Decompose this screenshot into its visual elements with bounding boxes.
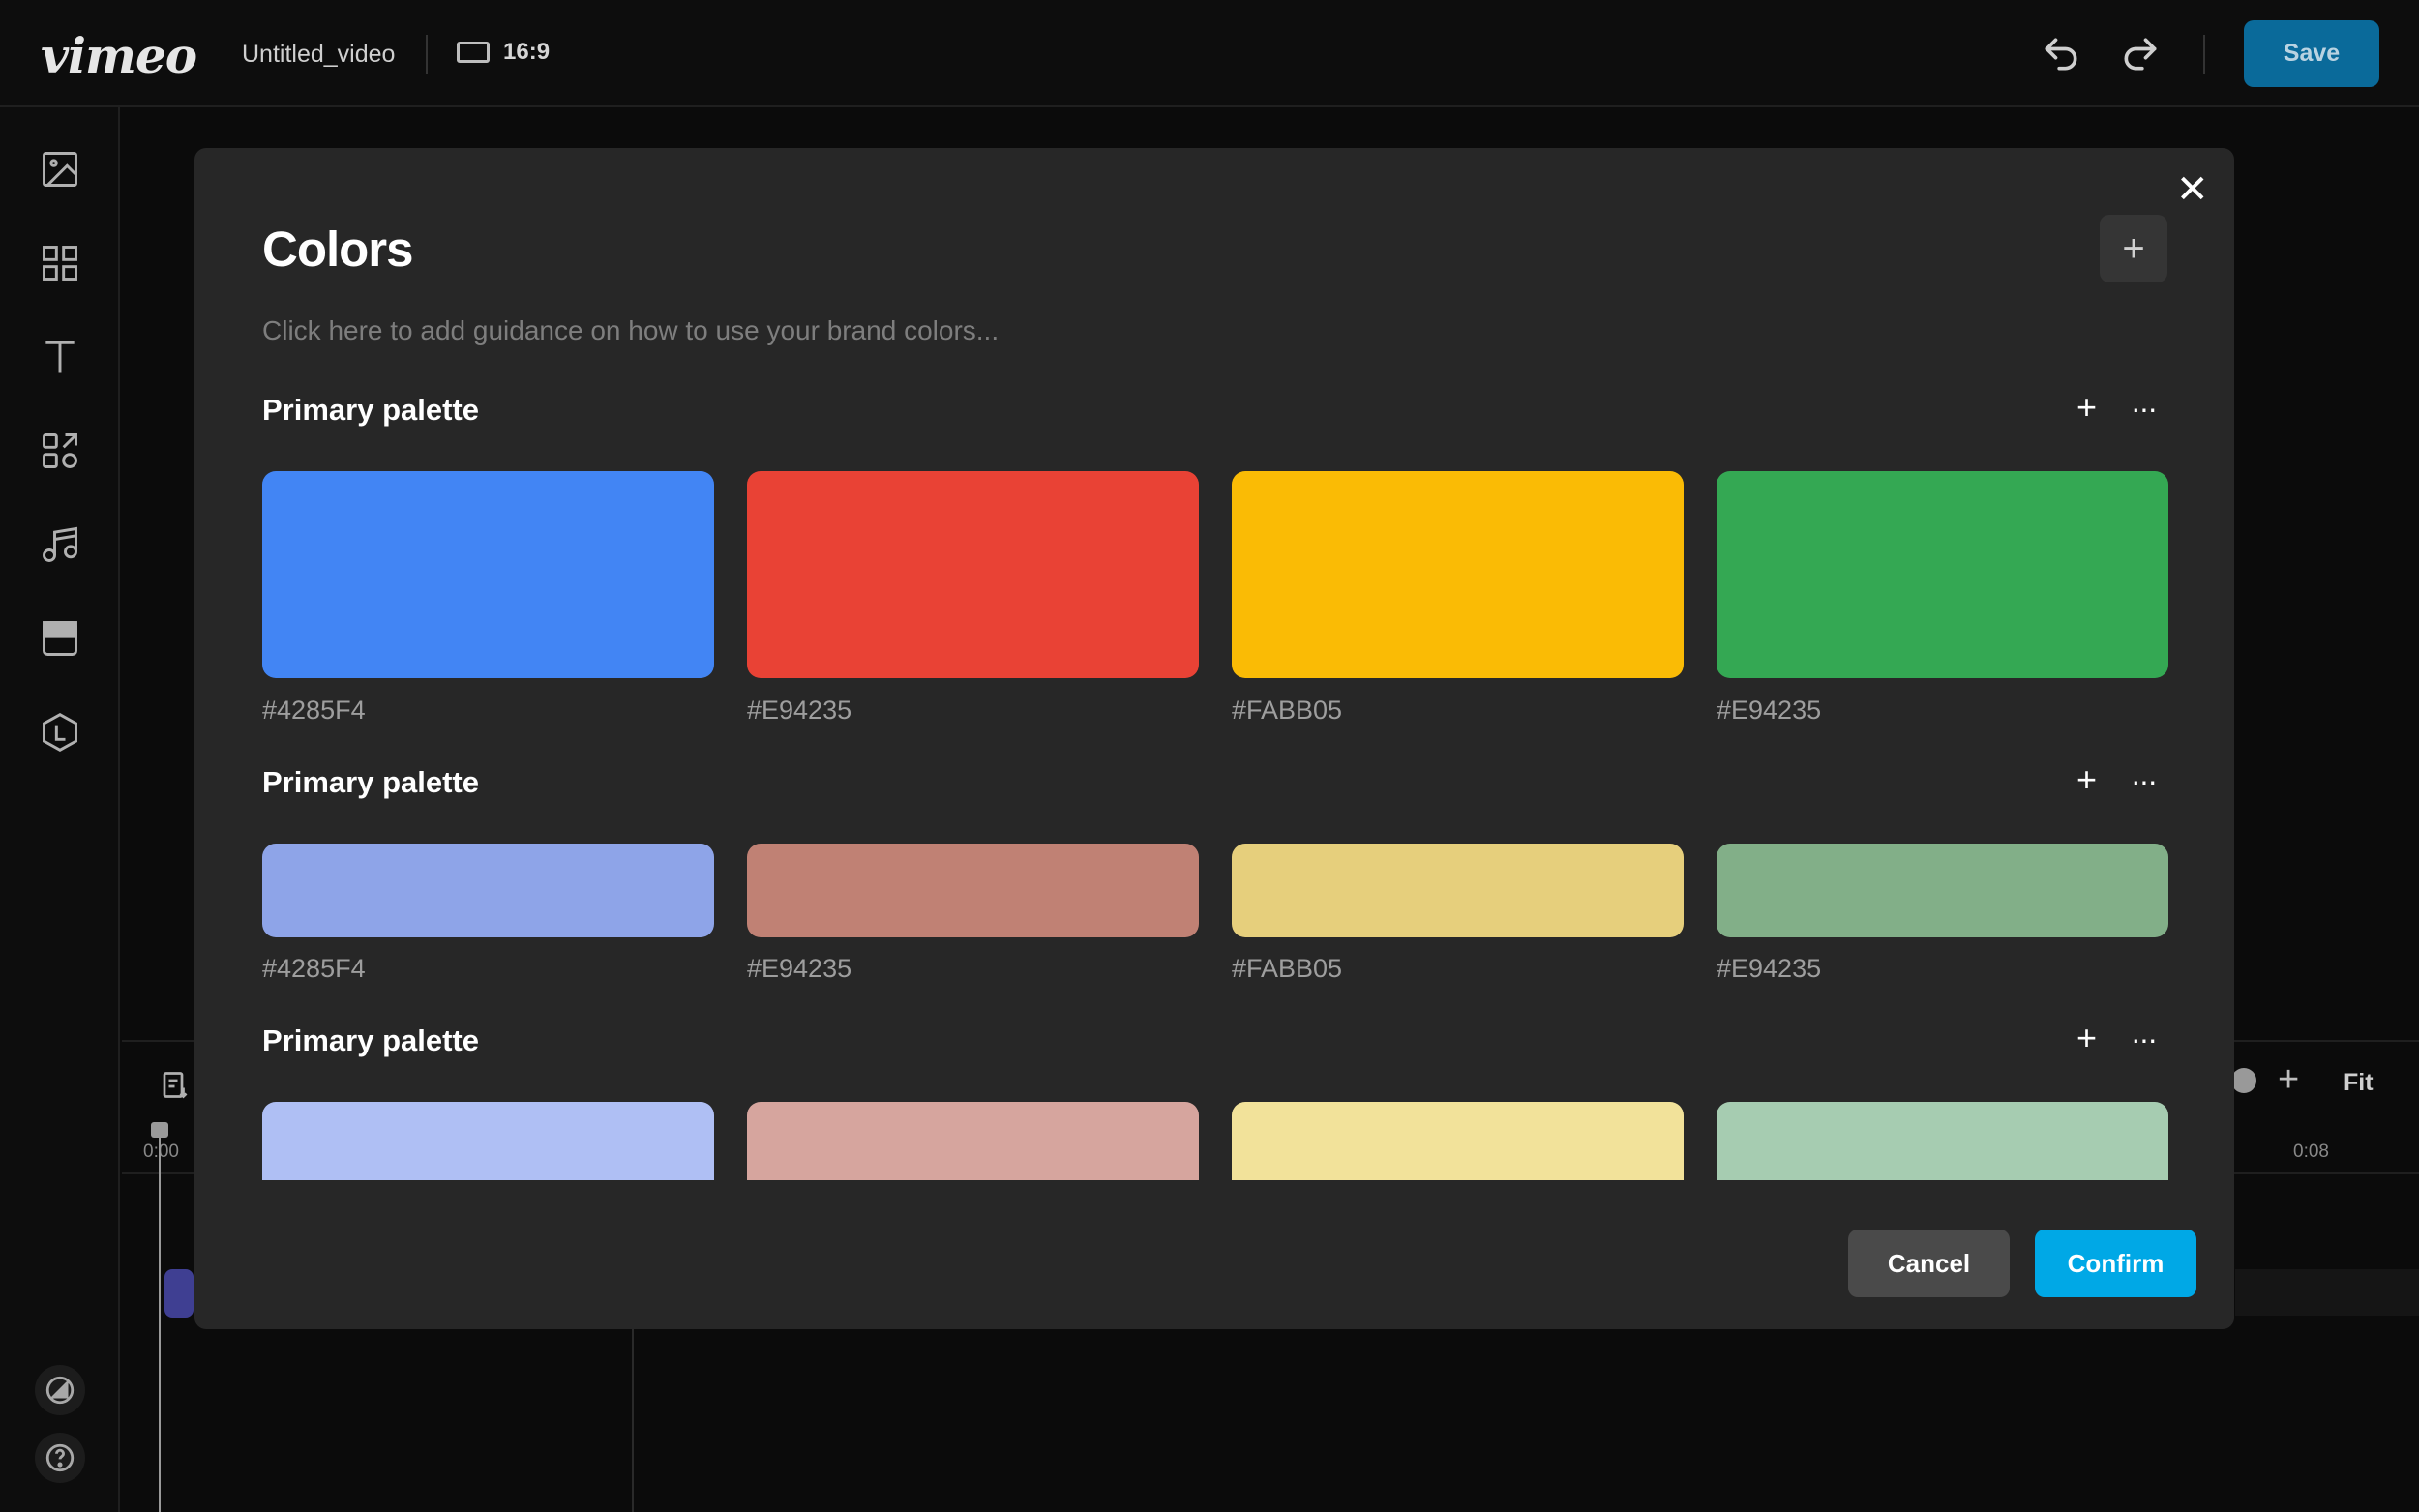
color-swatch[interactable]	[1232, 471, 1684, 678]
divider	[426, 35, 428, 74]
left-sidebar	[0, 107, 120, 1512]
cancel-button[interactable]: Cancel	[1848, 1230, 2010, 1297]
theme-toggle-icon[interactable]	[35, 1365, 85, 1415]
confirm-button[interactable]: Confirm	[2035, 1230, 2196, 1297]
palette-add-color-button[interactable]: +	[2076, 390, 2097, 425]
palette-more-button[interactable]: ···	[2131, 393, 2158, 424]
palette-title[interactable]: Primary palette	[262, 765, 479, 800]
track-divider	[632, 1316, 634, 1512]
vimeo-logo[interactable]: vimeo	[41, 27, 197, 84]
color-swatch[interactable]	[262, 844, 714, 937]
timeline-clip[interactable]	[164, 1269, 194, 1318]
help-icon[interactable]	[35, 1433, 85, 1483]
divider	[2203, 35, 2205, 74]
palette-add-color-button[interactable]: +	[2076, 1021, 2097, 1055]
text-icon[interactable]	[39, 336, 81, 378]
color-swatch[interactable]	[262, 1102, 714, 1180]
palette-add-color-button[interactable]: +	[2076, 762, 2097, 797]
media-icon[interactable]	[39, 148, 81, 191]
aspect-ratio-icon	[457, 42, 490, 63]
color-hex-label: #FABB05	[1232, 696, 1343, 725]
palette-more-button[interactable]: ···	[2131, 1023, 2158, 1054]
palette-title[interactable]: Primary palette	[262, 1023, 479, 1058]
timeline-track	[2235, 1269, 2419, 1316]
color-hex-label: #E94235	[1717, 696, 1822, 725]
aspect-ratio-selector[interactable]: 16:9	[457, 39, 550, 66]
color-swatch[interactable]	[747, 1102, 1199, 1180]
undo-icon[interactable]	[2040, 33, 2082, 75]
background-icon[interactable]	[39, 617, 81, 660]
elements-icon[interactable]	[39, 430, 81, 472]
timeline-start-time: 0:00	[143, 1141, 179, 1162]
color-swatch[interactable]	[1232, 1102, 1684, 1180]
brand-kit-icon[interactable]	[39, 711, 81, 754]
redo-icon[interactable]	[2119, 33, 2162, 75]
color-swatch[interactable]	[262, 471, 714, 678]
color-swatch[interactable]	[1717, 844, 2168, 937]
video-filename[interactable]: Untitled_video	[242, 41, 395, 69]
color-swatch[interactable]	[747, 471, 1199, 678]
guidance-input[interactable]: Click here to add guidance on how to use…	[262, 315, 999, 346]
playhead-handle[interactable]	[151, 1122, 168, 1138]
dialog-title: Colors	[262, 222, 414, 277]
palette-title[interactable]: Primary palette	[262, 393, 479, 428]
color-hex-label: #FABB05	[1232, 954, 1343, 983]
add-palette-button[interactable]: +	[2100, 215, 2167, 282]
color-hex-label: #E94235	[747, 954, 852, 983]
zoom-slider-handle[interactable]	[2231, 1068, 2256, 1093]
transcript-icon[interactable]	[159, 1069, 194, 1104]
aspect-ratio-label: 16:9	[503, 39, 551, 65]
music-icon[interactable]	[39, 523, 81, 566]
color-hex-label: #4285F4	[262, 696, 366, 725]
save-button[interactable]: Save	[2244, 20, 2379, 87]
top-bar: vimeo Untitled_video 16:9 Save	[0, 0, 2419, 107]
playhead[interactable]	[159, 1122, 161, 1512]
palette-more-button[interactable]: ···	[2131, 765, 2158, 796]
color-swatch[interactable]	[1717, 1102, 2168, 1180]
color-swatch[interactable]	[1717, 471, 2168, 678]
color-hex-label: #E94235	[747, 696, 852, 725]
palette-scroll-area[interactable]	[194, 1064, 2234, 1180]
timeline-end-time: 0:08	[2293, 1141, 2329, 1162]
color-swatch[interactable]	[1232, 844, 1684, 937]
close-icon[interactable]: ✕	[2176, 170, 2209, 209]
templates-icon[interactable]	[39, 242, 81, 284]
zoom-in-button[interactable]: +	[2278, 1059, 2299, 1101]
color-swatch[interactable]	[747, 844, 1199, 937]
fit-button[interactable]: Fit	[2344, 1069, 2374, 1097]
color-hex-label: #E94235	[1717, 954, 1822, 983]
color-hex-label: #4285F4	[262, 954, 366, 983]
